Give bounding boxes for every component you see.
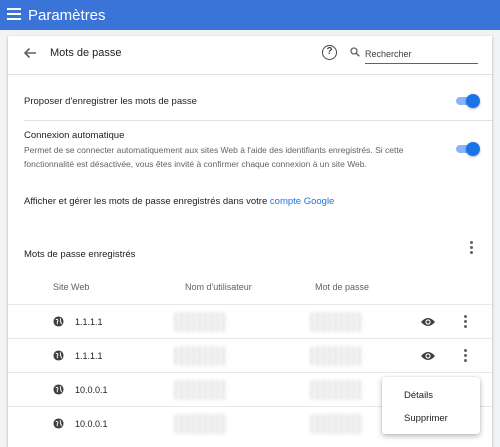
offer-save-label: Proposer d'enregistrer les mots de passe <box>24 96 197 107</box>
search-icon <box>350 47 360 57</box>
header-divider <box>8 74 492 75</box>
help-icon[interactable]: ? <box>322 45 337 60</box>
password-masked <box>310 414 362 434</box>
row-more-icon[interactable] <box>463 315 467 329</box>
row-context-menu: Détails Supprimer <box>382 377 480 434</box>
password-masked <box>310 380 362 400</box>
username-redacted <box>174 312 226 332</box>
manage-passwords-text: Afficher et gérer les mots de passe enre… <box>24 196 334 207</box>
password-row: 1.1.1.1 <box>8 338 492 372</box>
google-account-link[interactable]: compte Google <box>270 196 334 207</box>
column-site: Site Web <box>53 282 90 292</box>
app-bar: Paramètres <box>0 0 500 30</box>
auto-signin-label: Connexion automatique <box>24 130 125 141</box>
search-box[interactable] <box>350 44 478 64</box>
menu-item-details[interactable]: Détails <box>404 390 433 401</box>
username-redacted <box>174 414 226 434</box>
saved-passwords-title: Mots de passe enregistrés <box>24 249 136 260</box>
password-masked <box>310 346 362 366</box>
site-url: 10.0.0.1 <box>75 419 108 429</box>
globe-icon <box>53 316 64 327</box>
row-more-icon[interactable] <box>463 349 467 363</box>
column-password: Mot de passe <box>315 282 370 292</box>
password-masked <box>310 312 362 332</box>
menu-icon[interactable] <box>7 8 21 20</box>
app-title: Paramètres <box>28 7 106 24</box>
auto-signin-description: Permet de se connecter automatiquement a… <box>24 145 404 169</box>
saved-passwords-more-icon[interactable] <box>469 241 473 255</box>
username-redacted <box>174 380 226 400</box>
password-row: 1.1.1.1 <box>8 304 492 338</box>
page-title: Mots de passe <box>50 47 122 59</box>
row-divider <box>24 120 492 121</box>
show-password-eye-icon[interactable] <box>420 350 436 362</box>
site-url: 1.1.1.1 <box>75 351 103 361</box>
auto-signin-toggle[interactable] <box>456 142 480 156</box>
username-redacted <box>174 346 226 366</box>
offer-save-toggle[interactable] <box>456 94 480 108</box>
globe-icon <box>53 350 64 361</box>
globe-icon <box>53 418 64 429</box>
menu-item-delete[interactable]: Supprimer <box>404 413 448 424</box>
show-password-eye-icon[interactable] <box>420 316 436 328</box>
site-url: 10.0.0.1 <box>75 385 108 395</box>
manage-text: Afficher et gérer les mots de passe enre… <box>24 196 270 207</box>
page-header: Mots de passe ? <box>8 36 492 74</box>
search-input[interactable] <box>365 44 478 64</box>
site-url: 1.1.1.1 <box>75 317 103 327</box>
globe-icon <box>53 384 64 395</box>
column-username: Nom d'utilisateur <box>185 282 252 292</box>
back-arrow-icon[interactable] <box>22 45 38 61</box>
